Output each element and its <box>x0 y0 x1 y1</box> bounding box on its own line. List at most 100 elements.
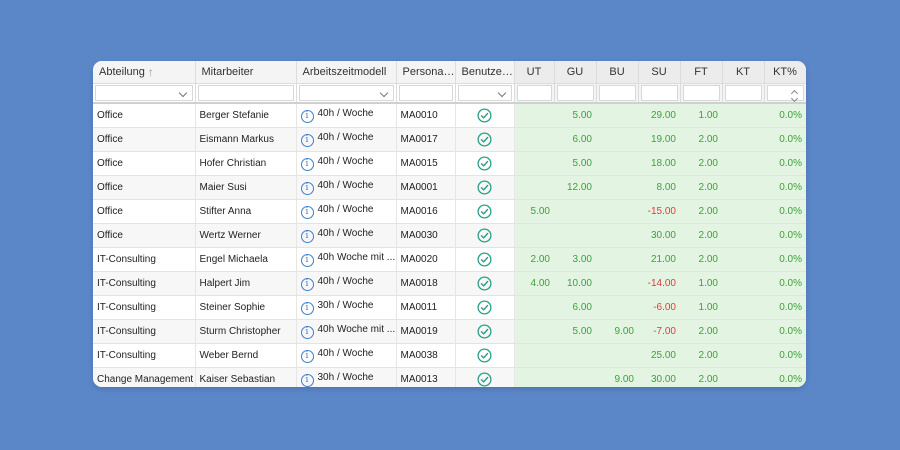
filter-input[interactable] <box>556 85 594 101</box>
table-row[interactable]: IT-Consulting Halpert Jim i 40h / Woche M… <box>93 271 806 296</box>
filter-input[interactable] <box>197 85 294 101</box>
column-header-abteilung[interactable]: Abteilung ↑ <box>93 61 196 84</box>
cell-ft: 2.00 <box>680 223 722 248</box>
filter-select[interactable] <box>95 85 193 101</box>
info-icon[interactable]: i <box>300 158 314 171</box>
cell-abteilung: IT-Consulting <box>93 319 196 344</box>
column-header-kt[interactable]: KT <box>722 61 765 84</box>
table-row[interactable]: Office Wertz Werner i 40h / Woche MA0030 … <box>93 223 806 248</box>
info-icon[interactable]: i <box>300 374 314 387</box>
cell-kt-percent: 0.0% <box>764 367 806 387</box>
cell-kt-percent: 0.0% <box>764 271 806 296</box>
filter-abteilung[interactable] <box>93 83 196 104</box>
cell-ut: 2.00 <box>514 247 554 272</box>
cell-personal: MA0016 <box>396 199 456 224</box>
table-row[interactable]: IT-Consulting Weber Bernd i 40h / Woche M… <box>93 343 806 368</box>
cell-kt-percent: 0.0% <box>764 199 806 224</box>
cell-personal: MA0020 <box>396 247 456 272</box>
filter-mitarbeiter[interactable] <box>195 83 297 104</box>
cell-arbeitszeitmodell: i 40h / Woche <box>296 127 397 152</box>
check-circle-icon <box>477 348 492 363</box>
filter-ut[interactable] <box>514 83 555 104</box>
check-circle-icon <box>477 180 492 195</box>
cell-kt-percent: 0.0% <box>764 175 806 200</box>
filter-input[interactable] <box>516 85 552 101</box>
table-row[interactable]: Office Maier Susi i 40h / Woche MA0001 12… <box>93 175 806 200</box>
filter-select[interactable] <box>457 85 512 101</box>
table-row[interactable]: Office Stifter Anna i 40h / Woche MA0016 … <box>93 199 806 224</box>
filter-spinner[interactable] <box>766 85 804 102</box>
cell-benutzer <box>455 295 515 320</box>
cell-personal: MA0011 <box>396 295 456 320</box>
column-header-personalnummer[interactable]: Personal... <box>396 61 456 84</box>
cell-personal: MA0015 <box>396 151 456 176</box>
filter-input[interactable] <box>598 85 636 101</box>
filter-select[interactable] <box>298 85 394 101</box>
cell-su: -6.00 <box>638 295 680 320</box>
table-row[interactable]: Office Hofer Christian i 40h / Woche MA00… <box>93 151 806 176</box>
info-icon[interactable]: i <box>300 302 314 315</box>
cell-benutzer <box>455 247 515 272</box>
column-header-su[interactable]: SU <box>638 61 681 84</box>
cell-benutzer <box>455 151 515 176</box>
info-icon[interactable]: i <box>300 278 314 291</box>
filter-kt[interactable] <box>722 83 765 104</box>
column-header-ut[interactable]: UT <box>514 61 555 84</box>
cell-benutzer <box>455 127 515 152</box>
info-icon[interactable]: i <box>300 206 314 219</box>
filter-kt-percent[interactable] <box>764 83 806 104</box>
filter-input[interactable] <box>724 85 762 101</box>
cell-kt <box>722 127 764 152</box>
cell-gu <box>554 343 596 368</box>
chevron-down-icon[interactable] <box>379 88 388 98</box>
filter-input[interactable] <box>682 85 720 101</box>
column-header-ft[interactable]: FT <box>680 61 723 84</box>
column-header-kt-percent[interactable]: KT% <box>764 61 806 84</box>
filter-ft[interactable] <box>680 83 723 104</box>
filter-row <box>93 83 806 104</box>
cell-kt-percent: 0.0% <box>764 127 806 152</box>
info-icon[interactable]: i <box>300 230 314 243</box>
chevron-down-icon[interactable] <box>497 88 506 98</box>
info-icon[interactable]: i <box>300 110 314 123</box>
filter-su[interactable] <box>638 83 681 104</box>
cell-kt-percent: 0.0% <box>764 319 806 344</box>
cell-ut <box>514 367 554 387</box>
info-icon[interactable]: i <box>300 326 314 339</box>
table-row[interactable]: IT-Consulting Steiner Sophie i 30h / Woch… <box>93 295 806 320</box>
table-row[interactable]: Office Eismann Markus i 40h / Woche MA001… <box>93 127 806 152</box>
filter-input[interactable] <box>398 85 453 101</box>
cell-kt <box>722 175 764 200</box>
filter-gu[interactable] <box>554 83 597 104</box>
chevron-down-icon[interactable] <box>178 88 187 98</box>
check-circle-icon <box>477 372 492 387</box>
filter-benutzer[interactable] <box>455 83 515 104</box>
column-header-gu[interactable]: GU <box>554 61 597 84</box>
filter-arbeitszeitmodell[interactable] <box>296 83 397 104</box>
table-row[interactable]: IT-Consulting Sturm Christopher i 40h Woc… <box>93 319 806 344</box>
info-icon[interactable]: i <box>300 182 314 195</box>
column-header-bu[interactable]: BU <box>596 61 639 84</box>
table-row[interactable]: Office Berger Stefanie i 40h / Woche MA00… <box>93 103 806 128</box>
cell-ut: 4.00 <box>514 271 554 296</box>
cell-bu: 9.00 <box>596 367 638 387</box>
cell-bu <box>596 103 638 128</box>
cell-benutzer <box>455 223 515 248</box>
info-icon[interactable]: i <box>300 350 314 363</box>
info-icon[interactable]: i <box>300 254 314 267</box>
column-header-arbeitszeitmodell[interactable]: Arbeitszeitmodell <box>296 61 397 84</box>
filter-input[interactable] <box>640 85 678 101</box>
cell-ft: 1.00 <box>680 271 722 296</box>
table-row[interactable]: IT-Consulting Engel Michaela i 40h Woche … <box>93 247 806 272</box>
filter-personal[interactable] <box>396 83 456 104</box>
table-row[interactable]: Change Management Kaiser Sebastian i 30h … <box>93 367 806 387</box>
chevron-down-icon[interactable] <box>790 94 798 102</box>
check-circle-icon <box>477 324 492 339</box>
filter-bu[interactable] <box>596 83 639 104</box>
column-header-benutzer[interactable]: Benutzer... <box>455 61 515 84</box>
sort-ascending-icon[interactable]: ↑ <box>148 65 154 79</box>
cell-benutzer <box>455 319 515 344</box>
info-icon[interactable]: i <box>300 134 314 147</box>
cell-abteilung: IT-Consulting <box>93 271 196 296</box>
column-header-mitarbeiter[interactable]: Mitarbeiter <box>195 61 297 84</box>
